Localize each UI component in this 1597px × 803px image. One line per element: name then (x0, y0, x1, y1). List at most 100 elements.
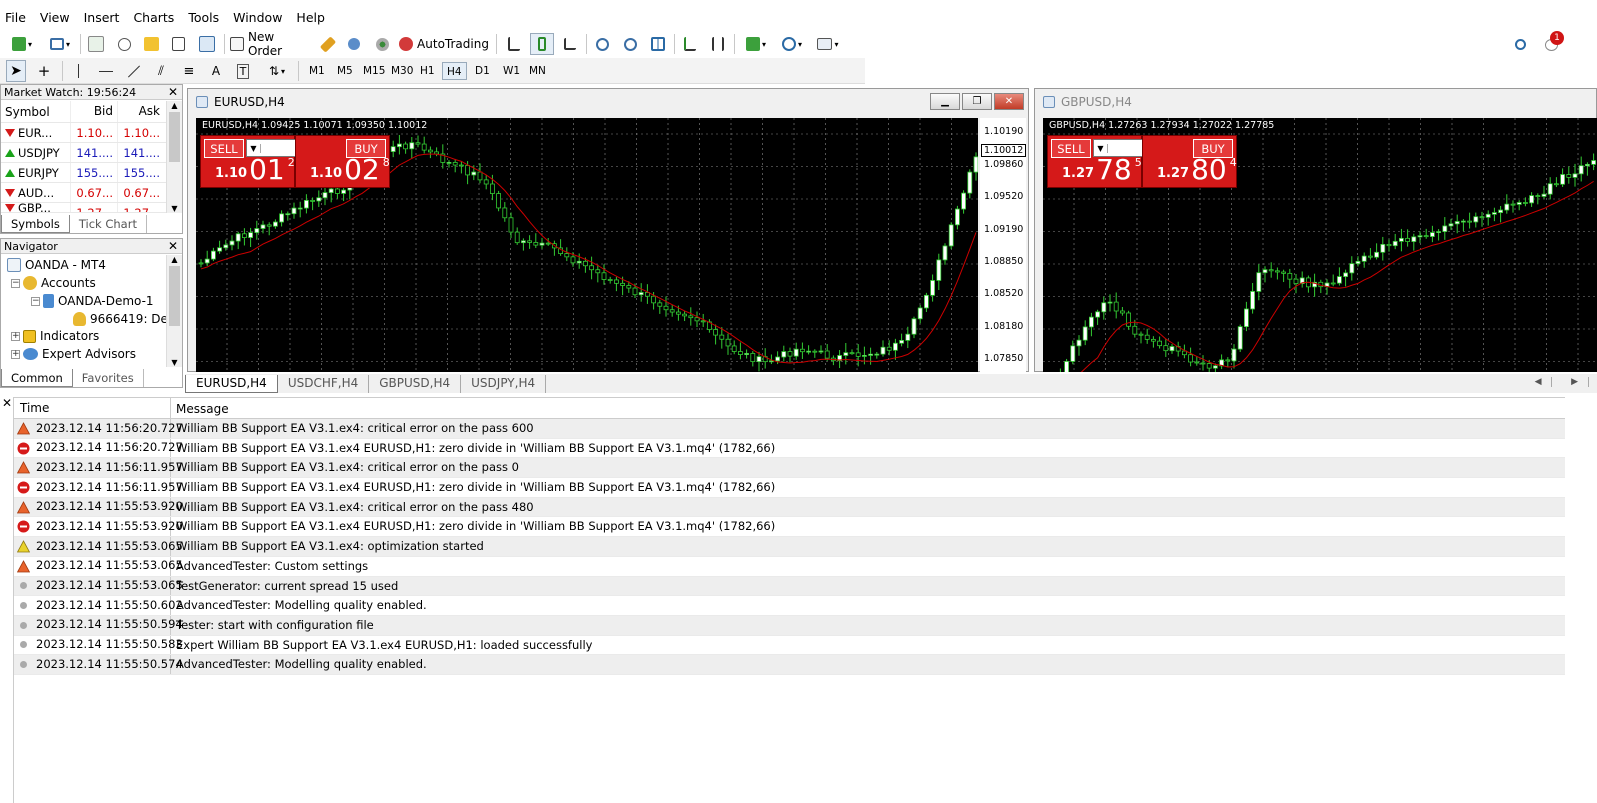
tab-usdjpy-h4[interactable]: USDJPY,H4 (461, 375, 547, 393)
tab-usdchf-h4[interactable]: USDCHF,H4 (278, 375, 370, 393)
auto-scroll-button[interactable] (680, 33, 700, 55)
chart-shift-button[interactable] (708, 33, 728, 55)
chart-area[interactable]: GBPUSD,H4 1.27263 1.27934 1.27022 1.2778… (1043, 118, 1597, 372)
table-row[interactable]: 2023.12.14 11:55:53.920 William BB Suppor… (14, 517, 1565, 538)
tab-gbpusd-h4[interactable]: GBPUSD,H4 (369, 375, 462, 393)
indicators-button[interactable]: ▾ (740, 33, 772, 55)
table-row[interactable]: GBP... 1.27... 1.27... (1, 203, 166, 213)
expand-icon[interactable]: + (11, 331, 20, 341)
navigator-button[interactable] (140, 33, 162, 55)
navigator-scrollbar[interactable]: ▲ ▼ (166, 255, 182, 367)
column-time[interactable]: Time (14, 398, 171, 418)
tree-item-server[interactable]: − OANDA-Demo-1 (31, 292, 154, 310)
table-row[interactable]: EURJPY 155.... 155.... (1, 163, 166, 183)
collapse-icon[interactable]: − (31, 296, 40, 306)
vertical-line-button[interactable] (68, 60, 88, 82)
timeframe-m15[interactable]: M15 (359, 62, 389, 80)
scroll-up-icon[interactable]: ▲ (167, 255, 182, 264)
lot-decrease-icon[interactable]: ▼ (1094, 143, 1108, 153)
tile-windows-button[interactable] (648, 33, 668, 55)
column-bid[interactable]: Bid (71, 101, 118, 122)
table-row[interactable]: 2023.12.14 11:56:20.727 William BB Suppor… (14, 438, 1565, 459)
table-row[interactable]: AUD... 0.67... 0.67... (1, 183, 166, 203)
close-icon[interactable]: ✕ (2, 396, 12, 410)
new-chart-button[interactable]: ▾ (6, 33, 38, 55)
timeframe-h1[interactable]: H1 (416, 62, 439, 80)
metaeditor-button[interactable] (318, 33, 338, 55)
minimize-button[interactable]: ▁ (930, 93, 960, 110)
table-row[interactable]: 2023.12.14 11:56:20.727 William BB Suppor… (14, 419, 1565, 439)
tree-item-root[interactable]: OANDA - MT4 (7, 256, 106, 274)
tab-tick-chart[interactable]: Tick Chart (70, 215, 147, 233)
chart-window-eurusd[interactable]: EURUSD,H4 ▁ ❐ ✕ EURUSD,H4 1.09425 1.1007… (187, 88, 1029, 372)
bar-chart-button[interactable] (504, 33, 524, 55)
scroll-down-icon[interactable]: ▼ (167, 204, 182, 213)
close-button[interactable]: ✕ (994, 93, 1024, 110)
tab-symbols[interactable]: Symbols (1, 215, 70, 233)
menu-insert[interactable]: Insert (77, 8, 127, 28)
close-icon[interactable]: ✕ (168, 85, 178, 100)
channel-button[interactable]: ⫽ (150, 60, 172, 82)
column-symbol[interactable]: Symbol (1, 101, 71, 122)
tree-item-indicators[interactable]: + Indicators (11, 327, 99, 345)
fibonacci-button[interactable]: ≡ (178, 60, 200, 82)
table-row[interactable]: EUR... 1.10... 1.10... (1, 123, 166, 143)
horizontal-line-button[interactable] (96, 60, 116, 82)
table-row[interactable]: 2023.12.14 11:55:50.583 Expert William BB… (14, 635, 1565, 656)
scroll-thumb[interactable] (169, 266, 180, 326)
timeframe-m1[interactable]: M1 (305, 62, 329, 80)
timeframe-m30[interactable]: M30 (387, 62, 417, 80)
table-row[interactable]: 2023.12.14 11:55:50.602 AdvancedTester: M… (14, 596, 1565, 616)
chart-title-bar[interactable]: EURUSD,H4 ▁ ❐ ✕ (188, 89, 1028, 115)
close-icon[interactable]: ✕ (168, 239, 178, 254)
buy-panel[interactable]: BUY 1.27 80 4 (1142, 135, 1237, 188)
menu-tools[interactable]: Tools (181, 8, 226, 28)
scroll-right-icon[interactable]: ▶ (1561, 377, 1589, 387)
market-watch-scrollbar[interactable]: ▲ ▼ (166, 101, 182, 213)
scroll-left-icon[interactable]: ◀ (1524, 377, 1553, 387)
table-row[interactable]: 2023.12.14 11:55:53.920 William BB Suppor… (14, 497, 1565, 518)
table-row[interactable]: 2023.12.14 11:55:53.065 AdvancedTester: C… (14, 556, 1565, 577)
tab-common[interactable]: Common (1, 369, 73, 387)
search-button[interactable] (1510, 33, 1530, 55)
chart-window-gbpusd[interactable]: GBPUSD,H4 GBPUSD,H4 1.27263 1.27934 1.27… (1034, 88, 1597, 372)
collapse-icon[interactable]: − (11, 278, 20, 288)
restore-button[interactable]: ❐ (962, 93, 992, 110)
tab-eurusd-h4[interactable]: EURUSD,H4 (185, 375, 278, 393)
timeframe-h4[interactable]: H4 (442, 62, 467, 80)
menu-view[interactable]: View (33, 8, 77, 28)
timeframe-w1[interactable]: W1 (499, 62, 524, 80)
buy-panel[interactable]: BUY 1.10 02 8 (295, 135, 390, 188)
market-button[interactable] (372, 33, 392, 55)
table-row[interactable]: 2023.12.14 11:56:11.957 William BB Suppor… (14, 478, 1565, 498)
scroll-up-icon[interactable]: ▲ (167, 101, 182, 110)
column-ask[interactable]: Ask (118, 101, 165, 122)
text-label-button[interactable]: T (233, 60, 253, 82)
table-row[interactable]: USDJPY 141.... 141.... (1, 143, 166, 163)
data-window-button[interactable] (114, 33, 134, 55)
menu-help[interactable]: Help (289, 8, 332, 28)
menu-charts[interactable]: Charts (126, 8, 181, 28)
strategy-tester-button[interactable] (196, 33, 218, 55)
scroll-thumb[interactable] (169, 112, 180, 162)
market-watch-button[interactable] (86, 33, 106, 55)
chart-title-bar[interactable]: GBPUSD,H4 (1035, 89, 1596, 115)
timeframe-mn[interactable]: MN (525, 62, 550, 80)
timeframe-d1[interactable]: D1 (471, 62, 494, 80)
trendline-button[interactable] (124, 60, 144, 82)
signals-button[interactable] (344, 33, 364, 55)
zoom-out-button[interactable] (620, 33, 640, 55)
scroll-down-icon[interactable]: ▼ (167, 358, 182, 367)
expand-icon[interactable]: + (11, 349, 20, 359)
line-chart-button[interactable] (560, 33, 580, 55)
menu-file[interactable]: File (0, 8, 33, 28)
periods-button[interactable]: ▾ (776, 33, 808, 55)
text-button[interactable]: A (206, 60, 226, 82)
cursor-button[interactable]: ➤ (6, 60, 26, 82)
chart-area[interactable]: EURUSD,H4 1.09425 1.10071 1.09350 1.1001… (196, 118, 978, 372)
table-row[interactable]: 2023.12.14 11:55:53.065 TestGenerator: cu… (14, 576, 1565, 597)
terminal-button[interactable] (168, 33, 188, 55)
menu-window[interactable]: Window (226, 8, 289, 28)
tab-favorites[interactable]: Favorites (73, 369, 144, 387)
zoom-in-button[interactable] (592, 33, 612, 55)
